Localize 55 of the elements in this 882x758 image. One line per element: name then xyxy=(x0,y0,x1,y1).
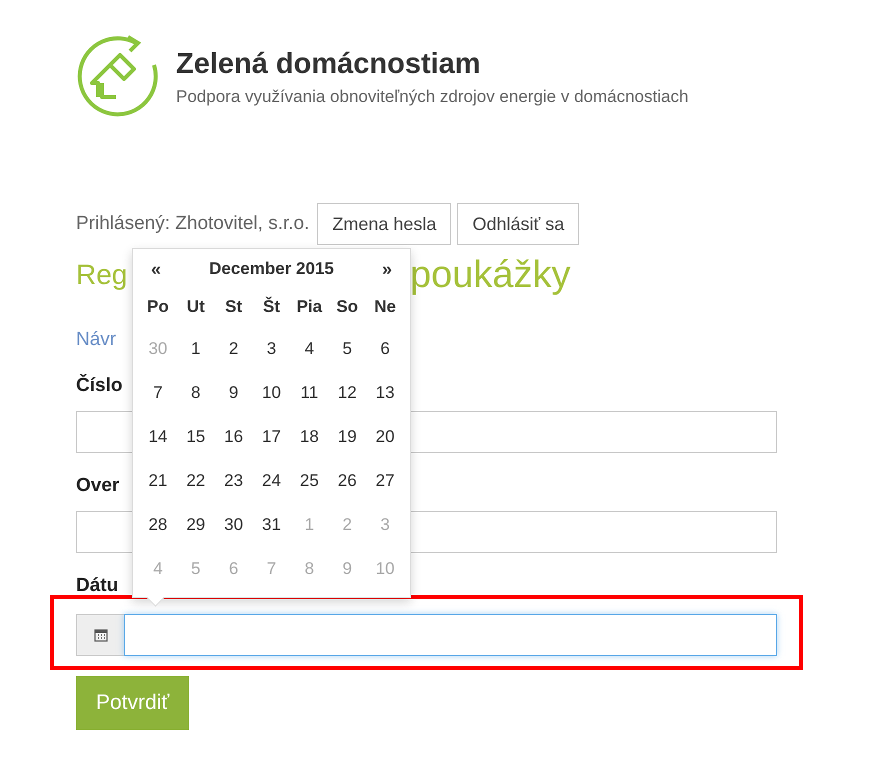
day-cell[interactable]: 24 xyxy=(252,459,290,503)
field-label: Over xyxy=(76,475,120,496)
day-cell[interactable]: 6 xyxy=(366,327,404,371)
calendar-addon[interactable] xyxy=(76,614,124,656)
day-cell[interactable]: 3 xyxy=(252,327,290,371)
day-cell[interactable]: 27 xyxy=(366,459,404,503)
weekday-header: So xyxy=(335,296,360,318)
day-cell[interactable]: 28 xyxy=(139,503,177,547)
day-cell[interactable]: 17 xyxy=(252,415,290,459)
weekday-header: Ut xyxy=(186,296,206,318)
day-cell[interactable]: 20 xyxy=(366,415,404,459)
account-button[interactable]: Odhlásiť sa xyxy=(457,203,580,245)
day-cell[interactable]: 10 xyxy=(252,371,290,415)
day-cell[interactable]: 7 xyxy=(139,371,177,415)
day-cell[interactable]: 26 xyxy=(328,459,366,503)
day-cell[interactable]: 1 xyxy=(176,327,215,371)
account-button[interactable]: Zmena hesla xyxy=(317,203,452,245)
previous-month-button[interactable]: « xyxy=(151,258,162,280)
month-title[interactable]: December 2015 xyxy=(209,259,334,279)
field-label: Číslo xyxy=(76,375,122,396)
day-cell[interactable]: 21 xyxy=(139,459,177,503)
weekday-header: St xyxy=(224,296,244,318)
day-cell[interactable]: 16 xyxy=(214,415,253,459)
day-cell[interactable]: 11 xyxy=(290,371,328,415)
weekday-header: Po xyxy=(146,296,170,318)
day-cell[interactable]: 8 xyxy=(176,371,215,415)
page-heading: Reg xyxy=(76,259,128,291)
page-heading: poukážky xyxy=(410,254,571,296)
day-cell[interactable]: 14 xyxy=(139,415,177,459)
site-title: Zelená domácnostiam xyxy=(176,48,482,80)
logo-icon xyxy=(76,35,160,119)
day-cell[interactable]: 25 xyxy=(290,459,328,503)
day-cell[interactable]: 12 xyxy=(328,371,366,415)
day-cell[interactable]: 2 xyxy=(214,327,253,371)
day-cell[interactable]: 15 xyxy=(176,415,215,459)
day-cell[interactable]: 13 xyxy=(366,371,404,415)
field-label: Dátu xyxy=(76,575,118,596)
site-subtitle: Podpora využívania obnoviteľných zdrojov energie v domácnostiach xyxy=(176,86,688,106)
day-cell[interactable]: 22 xyxy=(176,459,215,503)
weekday-header: Ne xyxy=(373,296,397,318)
day-cell[interactable]: 30 xyxy=(214,503,253,547)
day-cell[interactable]: 23 xyxy=(214,459,253,503)
next-month-button[interactable]: » xyxy=(382,258,392,280)
date-field[interactable] xyxy=(124,614,777,656)
day-cell[interactable]: 31 xyxy=(252,503,290,547)
weekday-header: Št xyxy=(262,296,281,318)
day-cell[interactable]: 5 xyxy=(328,327,366,371)
logged-in-text: Prihlásený: Zhotovitel, s.r.o. xyxy=(76,213,310,235)
weekday-header: Pia xyxy=(296,296,324,318)
day-cell[interactable]: 19 xyxy=(328,415,366,459)
day-cell[interactable]: 9 xyxy=(214,371,253,415)
calendar-icon xyxy=(94,628,108,642)
day-cell[interactable]: 4 xyxy=(290,327,328,371)
day-cell[interactable]: 29 xyxy=(176,503,215,547)
day-cell[interactable]: 18 xyxy=(290,415,328,459)
